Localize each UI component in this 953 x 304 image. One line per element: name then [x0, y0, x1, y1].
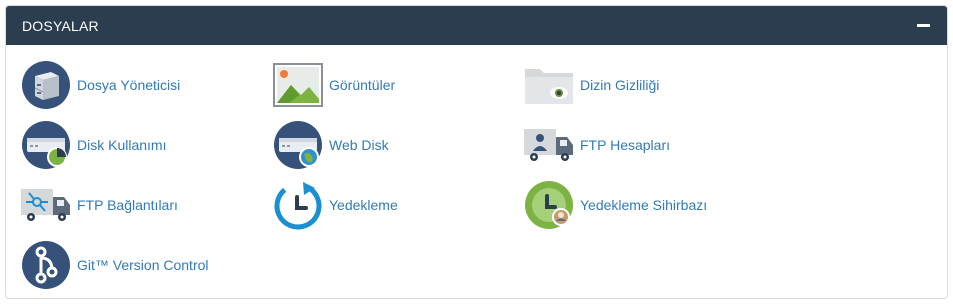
tool-label: Yedekleme Sihirbazı [580, 197, 708, 213]
tool-backup-wizard[interactable]: Yedekleme Sihirbazı [523, 179, 707, 231]
tool-label: Disk Kullanımı [77, 137, 167, 153]
tool-label: Yedekleme [329, 197, 398, 213]
backup-wizard-icon [523, 179, 575, 231]
git-icon [20, 239, 72, 291]
folder-eye-icon [523, 59, 575, 111]
panel-header[interactable]: DOSYALAR [6, 6, 947, 45]
tools-grid: Dosya Yöneticisi Görüntüler Dizin Gizlil… [6, 45, 947, 298]
tool-file-manager[interactable]: Dosya Yöneticisi [20, 59, 180, 111]
tool-ftp-connections[interactable]: FTP Bağlantıları [20, 179, 178, 231]
files-panel: DOSYALAR Dosya Yöneticisi Görüntüler Diz… [5, 5, 948, 299]
tool-label: Dizin Gizliliği [580, 77, 660, 93]
image-icon [272, 59, 324, 111]
tool-label: Görüntüler [329, 77, 396, 93]
tool-git-version-control[interactable]: Git™ Version Control [20, 239, 209, 291]
tool-label: FTP Bağlantıları [77, 197, 178, 213]
panel-title: DOSYALAR [22, 17, 99, 34]
tool-backup[interactable]: Yedekleme [272, 179, 398, 231]
ftp-truck-user-icon [523, 119, 575, 171]
backup-clock-icon [272, 179, 324, 231]
tool-images[interactable]: Görüntüler [272, 59, 395, 111]
ftp-truck-network-icon [20, 179, 72, 231]
tool-disk-usage[interactable]: Disk Kullanımı [20, 119, 166, 171]
tool-label: Dosya Yöneticisi [77, 77, 181, 93]
tool-ftp-accounts[interactable]: FTP Hesapları [523, 119, 670, 171]
tool-directory-privacy[interactable]: Dizin Gizliliği [523, 59, 659, 111]
web-disk-icon [272, 119, 324, 171]
disk-usage-icon [20, 119, 72, 171]
tool-label: Web Disk [329, 137, 389, 153]
minus-icon[interactable] [915, 18, 931, 34]
tool-web-disk[interactable]: Web Disk [272, 119, 389, 171]
file-cabinet-icon [20, 59, 72, 111]
tool-label: FTP Hesapları [580, 137, 670, 153]
tool-label: Git™ Version Control [77, 257, 209, 273]
